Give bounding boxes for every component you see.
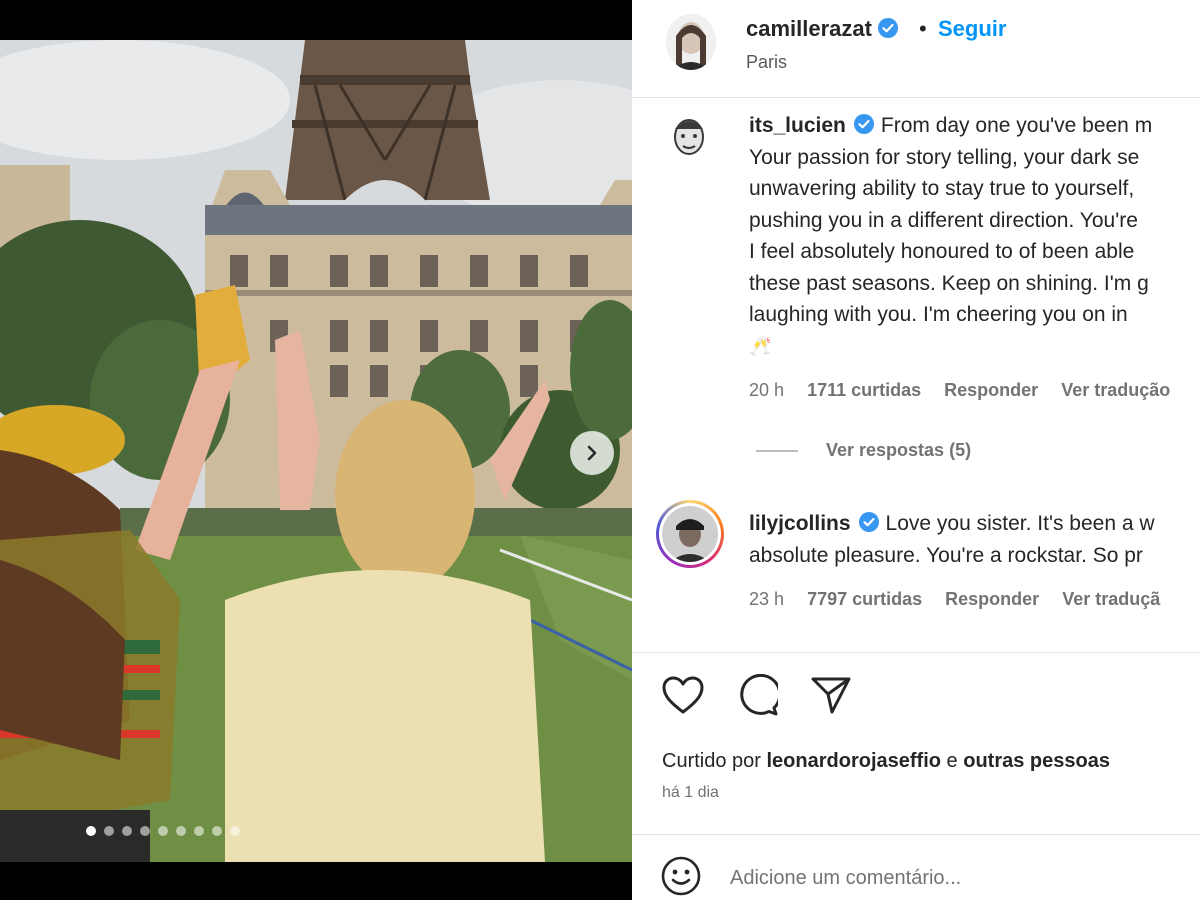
chevron-right-icon — [587, 445, 597, 461]
comment-text: lilyjcollins Love you sister. It's been a… — [749, 508, 1200, 571]
share-button[interactable] — [808, 672, 854, 718]
liked-by-prefix: Curtido por — [662, 750, 761, 772]
heart-icon — [662, 676, 704, 714]
reply-button[interactable]: Responder — [945, 589, 1039, 609]
comment-line: pushing you in a different direction. Yo… — [749, 208, 1138, 232]
comment-line: these past seasons. Keep on shining. I'm… — [749, 271, 1149, 295]
carousel-dot — [122, 826, 132, 836]
comment-likes[interactable]: 7797 curtidas — [807, 589, 922, 609]
replies-line — [756, 449, 798, 452]
carousel-dot — [104, 826, 114, 836]
carousel-dot — [230, 826, 240, 836]
comment-meta: 23 h 7797 curtidas Responder Ver traduçã — [749, 589, 1178, 610]
view-replies-button[interactable]: Ver respostas (5) — [756, 440, 971, 461]
comment-meta: 20 h 1711 curtidas Responder Ver traduçã… — [749, 380, 1188, 401]
like-button[interactable] — [660, 672, 706, 718]
comment-username[interactable]: lilyjcollins — [749, 512, 851, 535]
post-photo[interactable] — [0, 0, 632, 900]
comment-text: its_lucien From day one you've been m You… — [749, 110, 1200, 362]
comment-line: Love you sister. It's been a w — [885, 512, 1155, 535]
comment-time[interactable]: 23 h — [749, 589, 784, 609]
comments-divider — [632, 652, 1200, 653]
comment-line: absolute pleasure. You're a rockstar. So… — [749, 543, 1143, 567]
reply-button[interactable]: Responder — [944, 380, 1038, 400]
liked-by-conj: e — [946, 750, 958, 772]
comment-username[interactable]: its_lucien — [749, 114, 846, 137]
liked-by: Curtido por leonardorojaseffio e outras … — [662, 750, 1110, 773]
comment-line: I feel absolutely honoured to of been ab… — [749, 240, 1135, 263]
post-header: camillerazat • Seguir Paris — [632, 0, 1200, 96]
liked-by-user[interactable]: leonardorojaseffio — [767, 750, 941, 772]
verified-badge-icon — [858, 512, 879, 532]
carousel-dot — [140, 826, 150, 836]
author-username-text[interactable]: camillerazat — [746, 16, 872, 41]
paper-plane-icon — [811, 677, 851, 714]
carousel-dot — [86, 826, 96, 836]
translate-button[interactable]: Ver tradução — [1061, 380, 1170, 400]
post-panel: camillerazat • Seguir Paris its_lucien Fr… — [632, 0, 1200, 900]
comment-time[interactable]: 20 h — [749, 380, 784, 400]
avatar-image — [662, 506, 718, 562]
verified-badge-icon — [853, 114, 874, 134]
view-replies-label[interactable]: Ver respostas (5) — [826, 440, 971, 461]
comment-input[interactable] — [730, 861, 1170, 895]
avatar-frame — [659, 503, 721, 565]
comment-bubble-icon — [740, 674, 778, 716]
comment-line: unwavering ability to stay true to yours… — [749, 177, 1135, 200]
avatar-image — [662, 109, 716, 163]
next-photo-button[interactable] — [570, 431, 614, 475]
comment-emoji: 🥂 — [749, 335, 772, 356]
comment-line: From day one you've been m — [880, 114, 1153, 137]
header-divider — [632, 97, 1200, 98]
comment-button[interactable] — [734, 672, 780, 718]
separator-dot: • — [919, 16, 927, 41]
verified-badge-icon — [877, 18, 898, 38]
smiley-icon[interactable] — [660, 855, 702, 897]
author-avatar[interactable] — [666, 14, 716, 70]
carousel-dot — [158, 826, 168, 836]
post-location[interactable]: Paris — [746, 52, 787, 73]
carousel-dot — [194, 826, 204, 836]
story-ring[interactable] — [656, 500, 724, 568]
liked-by-others[interactable]: outras pessoas — [963, 750, 1110, 772]
add-comment-bar — [632, 835, 1200, 900]
post-time[interactable]: há 1 dia — [662, 784, 719, 802]
carousel-indicator — [86, 826, 240, 836]
photo-image — [0, 40, 632, 862]
author-username[interactable]: camillerazat — [746, 16, 898, 42]
comment-avatar[interactable] — [662, 109, 716, 163]
follow-button[interactable]: Seguir — [938, 16, 1006, 42]
avatar-image — [666, 14, 716, 70]
comment-line: Your passion for story telling, your dar… — [749, 145, 1140, 169]
carousel-dot — [212, 826, 222, 836]
comment-line: laughing with you. I'm cheering you on i… — [749, 303, 1128, 326]
action-bar — [660, 672, 854, 718]
carousel-dot — [176, 826, 186, 836]
translate-button[interactable]: Ver traduçã — [1062, 589, 1160, 609]
comment-likes[interactable]: 1711 curtidas — [807, 380, 921, 400]
